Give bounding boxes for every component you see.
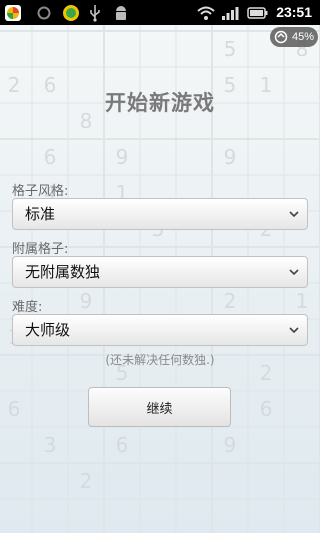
- status-time: 23:51: [276, 4, 312, 20]
- status-bar: 23:51: [0, 0, 320, 25]
- attached-grid-label: 附属格子:: [12, 242, 69, 257]
- app-icon: [4, 3, 22, 22]
- background-digit: 5: [224, 37, 237, 61]
- shield-icon: [60, 3, 82, 22]
- background-digit: 2: [80, 469, 93, 493]
- zoom-level: 45%: [291, 31, 314, 43]
- difficulty-select[interactable]: 大师级: [12, 314, 308, 346]
- continue-button[interactable]: 继续: [88, 387, 231, 427]
- chevron-down-icon: [289, 327, 299, 334]
- status-hint: (还未解决任何数独.): [105, 353, 215, 367]
- background-digit: 9: [224, 433, 237, 457]
- attached-grid-value: 无附属数独: [25, 263, 101, 281]
- zoom-indicator[interactable]: 45%: [270, 27, 318, 47]
- wifi-icon: [196, 3, 216, 22]
- chevron-down-icon: [289, 269, 299, 276]
- chevron-down-icon: [289, 211, 299, 218]
- page-title: 开始新游戏: [105, 91, 215, 115]
- circle-icon: [37, 3, 51, 22]
- new-game-screen: 5826518699413276921165263163692 45% 开始新游…: [0, 25, 320, 533]
- android-debug-icon: [113, 3, 129, 22]
- difficulty-label: 难度:: [12, 300, 43, 315]
- background-digit: 1: [296, 289, 309, 313]
- battery-icon: [247, 3, 269, 22]
- grid-style-select[interactable]: 标准: [12, 198, 308, 230]
- background-digit: 9: [116, 145, 129, 169]
- difficulty-value: 大师级: [25, 321, 71, 339]
- background-digit: 9: [224, 145, 237, 169]
- usb-icon: [88, 3, 102, 22]
- background-digit: 6: [8, 397, 21, 421]
- background-digit: 6: [260, 397, 273, 421]
- grid-style-value: 标准: [25, 205, 56, 223]
- signal-icon: [221, 3, 239, 22]
- background-digit: 6: [44, 145, 57, 169]
- background-digit: 9: [80, 289, 93, 313]
- attached-grid-select[interactable]: 无附属数独: [12, 256, 308, 288]
- background-digit: 2: [224, 289, 237, 313]
- background-digit: 3: [44, 433, 57, 457]
- zoom-icon: [274, 30, 288, 44]
- grid-style-label: 格子风格:: [12, 184, 69, 199]
- background-digit: 6: [116, 433, 129, 457]
